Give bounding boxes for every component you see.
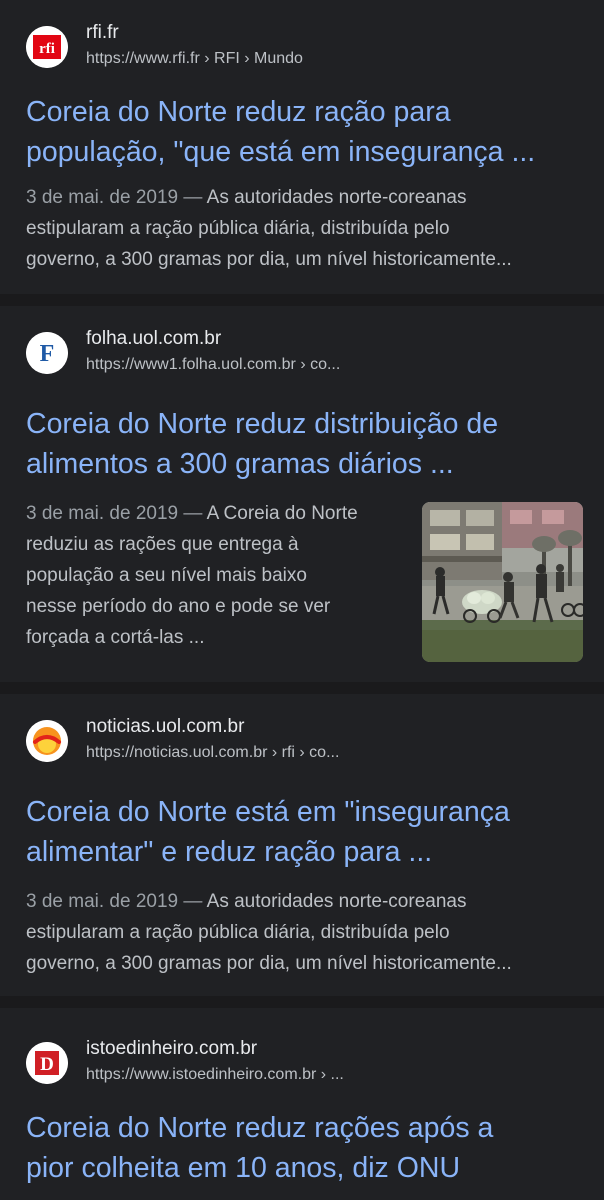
- result-title-line: Coreia do Norte está em "insegurança: [26, 796, 510, 828]
- result-source[interactable]: rfi rfi.fr https://www.rfi.fr › RFI › Mu…: [26, 22, 586, 76]
- separator-dash: —: [183, 891, 203, 912]
- separator-dash: —: [183, 187, 203, 208]
- rfi-logo-text: rfi: [39, 41, 55, 57]
- result-date: 3 de mai. de 2019: [26, 891, 179, 912]
- snippet-line: reduziu as rações que entrega à: [26, 534, 299, 555]
- snippet-first-line: 3 de mai. de 2019 — A Coreia do Norte: [26, 498, 358, 529]
- result-title-line: população, "que está em insegurança ...: [26, 136, 536, 168]
- search-result-card[interactable]: rfi rfi.fr https://www.rfi.fr › RFI › Mu…: [0, 0, 604, 294]
- search-result-card[interactable]: D istoedinheiro.com.br https://www.istoe…: [0, 1008, 604, 1200]
- result-title-line: alimentos a 300 gramas diários ...: [26, 448, 454, 480]
- separator-dash: —: [183, 503, 203, 524]
- snippet-text: A Coreia do Norte: [206, 503, 358, 524]
- istoe-logo-text: D: [40, 1054, 54, 1075]
- result-source[interactable]: D istoedinheiro.com.br https://www.istoe…: [26, 1038, 586, 1092]
- result-snippet: 3 de mai. de 2019 — As autoridades norte…: [26, 886, 512, 979]
- rfi-logo-icon: rfi: [26, 26, 68, 68]
- site-url-breadcrumb: https://www.rfi.fr › RFI › Mundo: [86, 50, 303, 67]
- result-title-line: Coreia do Norte reduz distribuição de: [26, 408, 499, 440]
- site-name: rfi.fr: [86, 22, 119, 43]
- site-url-breadcrumb: https://noticias.uol.com.br › rfi › co..…: [86, 744, 340, 761]
- result-title-link[interactable]: Coreia do Norte reduz rações após a pior…: [26, 1108, 586, 1188]
- result-date: 3 de mai. de 2019: [26, 503, 179, 524]
- site-name: folha.uol.com.br: [86, 328, 222, 349]
- search-result-card[interactable]: F folha.uol.com.br https://www1.folha.uo…: [0, 306, 604, 682]
- snippet-text: As autoridades norte-coreanas: [206, 187, 467, 208]
- site-url-breadcrumb: https://www.istoedinheiro.com.br › ...: [86, 1066, 344, 1083]
- snippet-first-line: 3 de mai. de 2019 — As autoridades norte…: [26, 182, 512, 213]
- result-source[interactable]: F folha.uol.com.br https://www1.folha.uo…: [26, 328, 586, 382]
- snippet-first-line: 3 de mai. de 2019 — As autoridades norte…: [26, 886, 512, 917]
- snippet-text: As autoridades norte-coreanas: [206, 891, 467, 912]
- site-url-breadcrumb: https://www1.folha.uol.com.br › co...: [86, 356, 341, 373]
- result-title-link[interactable]: Coreia do Norte reduz distribuição de al…: [26, 404, 586, 484]
- search-result-card[interactable]: noticias.uol.com.br https://noticias.uol…: [0, 694, 604, 996]
- snippet-line: nesse período do ano e pode se ver: [26, 596, 331, 617]
- result-snippet: 3 de mai. de 2019 — A Coreia do Norte re…: [26, 498, 358, 653]
- snippet-line: estipularam a ração pública diária, dist…: [26, 922, 450, 943]
- site-name: istoedinheiro.com.br: [86, 1038, 258, 1059]
- snippet-line: governo, a 300 gramas por dia, um nível …: [26, 249, 512, 270]
- result-date: 3 de mai. de 2019: [26, 187, 179, 208]
- result-title-line: pior colheita em 10 anos, diz ONU: [26, 1152, 461, 1184]
- result-title-link[interactable]: Coreia do Norte está em "insegurança ali…: [26, 792, 586, 872]
- result-thumbnail-image[interactable]: [422, 502, 583, 662]
- snippet-line: população a seu nível mais baixo: [26, 565, 307, 586]
- istoe-dinheiro-logo-icon: D: [26, 1042, 68, 1084]
- result-source[interactable]: noticias.uol.com.br https://noticias.uol…: [26, 716, 586, 770]
- snippet-line: forçada a cortá-las ...: [26, 627, 205, 648]
- folha-logo-icon: F: [26, 332, 68, 374]
- folha-logo-text: F: [40, 341, 55, 367]
- snippet-line: estipularam a ração pública diária, dist…: [26, 218, 450, 239]
- site-name: noticias.uol.com.br: [86, 716, 245, 737]
- result-title-line: alimentar" e reduz ração para ...: [26, 836, 433, 868]
- snippet-line: governo, a 300 gramas por dia, um nível …: [26, 953, 512, 974]
- result-snippet: 3 de mai. de 2019 — As autoridades norte…: [26, 182, 512, 275]
- result-title-line: Coreia do Norte reduz rações após a: [26, 1112, 494, 1144]
- uol-logo-icon: [26, 720, 68, 762]
- result-title-link[interactable]: Coreia do Norte reduz ração para populaç…: [26, 92, 586, 172]
- result-title-line: Coreia do Norte reduz ração para: [26, 96, 451, 128]
